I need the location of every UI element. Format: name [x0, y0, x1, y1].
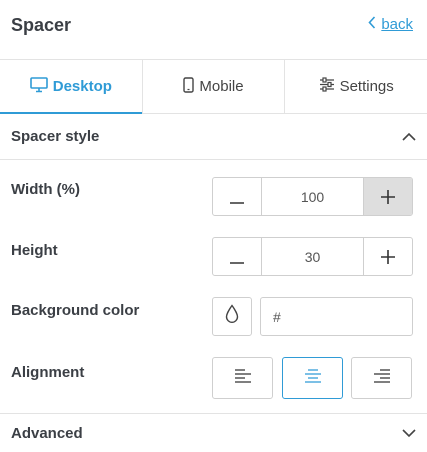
chevron-left-icon: [368, 16, 376, 33]
back-link[interactable]: back: [368, 16, 413, 33]
align-right-button[interactable]: [351, 357, 412, 399]
color-picker-button[interactable]: [212, 297, 252, 336]
height-label: Height: [11, 242, 58, 259]
panel-header: Spacer back: [0, 0, 427, 60]
align-left-button[interactable]: [212, 357, 273, 399]
device-tabs: Desktop Mobile Settings: [0, 60, 427, 114]
height-increase-button[interactable]: [363, 238, 412, 275]
advanced-title: Advanced: [11, 425, 83, 442]
mobile-icon: [183, 76, 195, 97]
spacer-style-section-header[interactable]: Spacer style: [0, 114, 427, 160]
plus-icon: [381, 244, 395, 270]
section-title: Spacer style: [11, 128, 100, 145]
minus-icon: [230, 184, 244, 210]
chevron-down-icon: [402, 425, 416, 442]
align-center-button[interactable]: [282, 357, 343, 399]
width-value[interactable]: 100: [262, 178, 363, 215]
advanced-section-header[interactable]: Advanced: [0, 413, 427, 452]
height-decrease-button[interactable]: [213, 238, 262, 275]
align-center-icon: [304, 368, 322, 388]
align-left-icon: [234, 368, 252, 388]
width-label: Width (%): [11, 181, 81, 198]
tab-desktop[interactable]: Desktop: [0, 60, 143, 114]
height-value[interactable]: 30: [262, 238, 363, 275]
chevron-up-icon: [402, 128, 416, 145]
plus-icon: [381, 184, 395, 210]
back-link-label: back: [381, 16, 413, 33]
background-color-label: Background color: [11, 302, 140, 319]
align-right-icon: [373, 368, 391, 388]
minus-icon: [230, 244, 244, 270]
height-stepper: 30: [212, 237, 413, 276]
width-decrease-button[interactable]: [213, 178, 262, 215]
droplet-icon: [225, 304, 239, 329]
alignment-label: Alignment: [11, 364, 85, 381]
sliders-icon: [319, 77, 335, 96]
width-stepper: 100: [212, 177, 413, 216]
tab-settings[interactable]: Settings: [285, 60, 427, 113]
tab-desktop-label: Desktop: [52, 78, 112, 95]
desktop-icon: [29, 76, 48, 97]
tab-mobile-label: Mobile: [199, 78, 244, 95]
tab-mobile[interactable]: Mobile: [143, 60, 286, 113]
tab-settings-label: Settings: [339, 78, 394, 95]
background-color-field[interactable]: #: [260, 297, 413, 336]
width-increase-button[interactable]: [363, 178, 412, 215]
panel-title: Spacer: [11, 15, 72, 35]
